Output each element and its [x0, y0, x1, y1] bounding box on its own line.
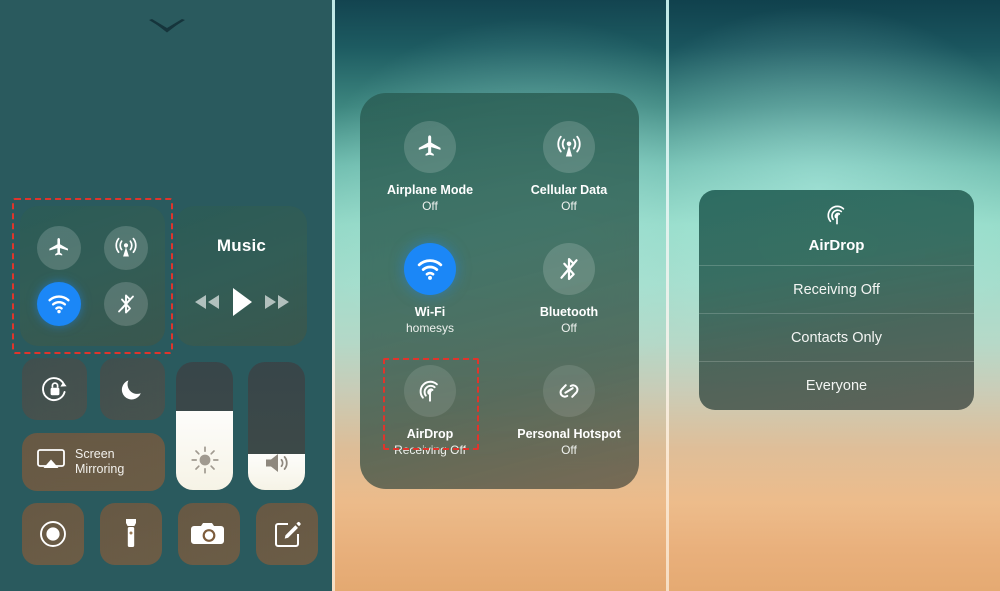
cc-item-airplane-mode[interactable]: Airplane Mode Off [360, 121, 500, 214]
panel-divider-1 [332, 0, 335, 591]
cc-state: Off [561, 321, 577, 335]
camera-icon [178, 503, 240, 565]
panel-airdrop-popup: AirDrop Receiving Off Contacts Only Ever… [669, 0, 1000, 591]
screen-mirroring-line1: Screen [75, 447, 115, 461]
rotation-lock-icon [22, 358, 87, 420]
airdrop-option-receiving-off[interactable]: Receiving Off [699, 266, 974, 314]
cc-state: homesys [405, 321, 455, 335]
airdrop-icon [824, 202, 850, 233]
panel-connectivity-expanded: Airplane Mode Off Cellular Data Off Wi-F… [335, 0, 666, 591]
airplane-icon [404, 121, 456, 173]
cellular-data-toggle[interactable] [104, 226, 148, 270]
screen-record-icon [22, 503, 84, 565]
connectivity-expanded-module: Airplane Mode Off Cellular Data Off Wi-F… [360, 93, 639, 489]
music-controls [176, 286, 307, 318]
flashlight-icon [100, 503, 162, 565]
volume-icon [248, 450, 305, 476]
cc-label: AirDrop [406, 427, 454, 441]
airdrop-option-contacts-only[interactable]: Contacts Only [699, 314, 974, 362]
play-icon[interactable] [229, 286, 255, 318]
brightness-slider[interactable] [176, 362, 233, 490]
screen-recording-button[interactable] [22, 503, 84, 565]
do-not-disturb-button[interactable] [100, 358, 165, 420]
cc-item-wifi[interactable]: Wi-Fi homesys [360, 243, 500, 336]
cc-item-cellular-data[interactable]: Cellular Data Off [499, 121, 639, 214]
airdrop-popup-header: AirDrop [699, 190, 974, 266]
forward-icon[interactable] [262, 293, 292, 311]
rotation-lock-button[interactable] [22, 358, 87, 420]
notes-icon [256, 503, 318, 565]
notes-button[interactable] [256, 503, 318, 565]
cc-state: Off [561, 443, 577, 457]
wifi-toggle[interactable] [37, 282, 81, 326]
music-module[interactable]: Music [176, 206, 307, 346]
flashlight-button[interactable] [100, 503, 162, 565]
wifi-icon [404, 243, 456, 295]
panel-control-center-compact: Music Screen Mirroring [0, 0, 332, 591]
cc-state: Off [422, 199, 438, 213]
personal-hotspot-icon [543, 365, 595, 417]
cc-state: Receiving Off [394, 443, 466, 457]
cc-label: Wi-Fi [414, 305, 446, 319]
screen-mirroring-label: Screen Mirroring [75, 447, 124, 477]
airplane-mode-toggle[interactable] [37, 226, 81, 270]
screen-mirroring-line2: Mirroring [75, 462, 125, 476]
cc-item-bluetooth[interactable]: Bluetooth Off [499, 243, 639, 336]
cc-item-airdrop[interactable]: AirDrop Receiving Off [360, 365, 500, 458]
connectivity-module[interactable] [20, 206, 165, 346]
volume-slider[interactable] [248, 362, 305, 490]
screen-mirroring-icon [36, 447, 66, 478]
cc-label: Airplane Mode [386, 183, 474, 197]
airdrop-title: AirDrop [808, 236, 865, 254]
airdrop-option-everyone[interactable]: Everyone [699, 362, 974, 410]
music-title: Music [216, 236, 267, 255]
cellular-icon [543, 121, 595, 173]
bluetooth-off-icon [543, 243, 595, 295]
moon-icon [100, 358, 165, 420]
cc-item-personal-hotspot[interactable]: Personal Hotspot Off [499, 365, 639, 458]
camera-button[interactable] [178, 503, 240, 565]
cc-label: Personal Hotspot [517, 427, 621, 441]
cc-label: Bluetooth [539, 305, 599, 319]
airdrop-icon [404, 365, 456, 417]
rewind-icon[interactable] [192, 293, 222, 311]
screenshot-stage: Music Screen Mirroring Airplane Mode Off… [0, 0, 1000, 591]
screen-mirroring-button[interactable]: Screen Mirroring [22, 433, 165, 491]
chevron-down-icon[interactable] [148, 18, 186, 34]
cc-label: Cellular Data [530, 183, 608, 197]
panel-divider-2 [666, 0, 669, 591]
bluetooth-toggle[interactable] [104, 282, 148, 326]
brightness-icon [176, 444, 233, 476]
cc-state: Off [561, 199, 577, 213]
airdrop-options-popup: AirDrop Receiving Off Contacts Only Ever… [699, 190, 974, 410]
